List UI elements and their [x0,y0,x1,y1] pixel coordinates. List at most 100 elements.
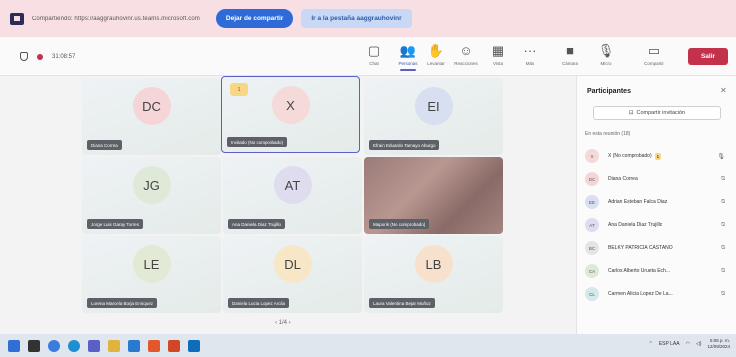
participant-name: Laura Valentina Bejar Muñoz [369,298,435,308]
mic-off-icon: ⍉ [721,244,725,251]
people-button[interactable]: 👥 Personas [394,43,422,66]
mic-off-icon: ⍉ [721,267,725,274]
reactions-icon: ☺ [459,43,473,58]
avatar: X [585,149,599,163]
participant-row[interactable]: EE Adrian Esteban Falca Diaz ⍉ [585,192,731,212]
meeting-status: 31:08:57 [20,52,75,61]
chrome-icon[interactable] [48,339,60,352]
volume-icon[interactable]: ◁) [696,341,702,347]
in-meeting-section[interactable]: En esta reunión (18) [585,131,630,137]
share-screen-icon: ▭ [647,43,661,58]
avatar: BC [585,241,599,255]
teams-icon[interactable] [88,339,100,352]
participant-tile[interactable]: EI Efrain Eduardo Tamayo Aburgo [364,78,503,155]
chevron-up-icon[interactable]: ⌃ [649,341,653,347]
avatar: LE [132,245,171,283]
reactions-button[interactable]: ☺ Reacciones [452,43,480,66]
sharing-text: Compartiendo: https://aaggrauhovinr.us.t… [32,15,200,22]
participant-name: Diana Correa [87,140,122,150]
shield-icon [20,52,28,61]
more-icon: ··· [523,43,537,58]
participant-row[interactable]: DC Diana Correa ⍉ [585,169,731,189]
camera-button[interactable]: ■ Cámara [556,43,584,66]
raise-hand-button[interactable]: ✋ Levantar [422,43,450,66]
participant-name: Ana Daniela Diaz Trujillo [608,222,663,228]
participant-tile[interactable]: DC Diana Correa [82,78,221,155]
avatar: DL [273,245,312,283]
participant-name: Carlos Alberto Urueta Ech... [608,268,670,274]
raised-hand-badge: 1 [230,83,248,96]
avatar: LB [414,245,453,283]
participant-row[interactable]: CL Carmen Alicia Lopez De La... ⍉ [585,284,731,304]
mic-icon: 🎙 [717,153,725,160]
avatar: DC [585,172,599,186]
participant-tile[interactable]: DL Daniela Lucia Lopez Arcila [223,236,362,313]
avatar: DC [132,87,171,125]
meeting-timer: 31:08:57 [52,53,76,60]
stop-sharing-button[interactable]: Dejar de compartir [215,9,294,28]
more-button[interactable]: ··· Más [516,43,544,66]
chat-icon: ▢ [367,43,381,58]
avatar: AT [273,166,312,204]
wifi-icon[interactable]: ◠ [686,341,690,347]
leave-button[interactable]: Salir [688,48,728,65]
avatar: JG [132,166,171,204]
share-invite-button[interactable]: ⊡ Compartir invitación [593,106,721,120]
participant-name: Adrian Esteban Falca Diaz [608,199,668,205]
camera-icon: ■ [566,43,574,58]
avatar: AT [585,218,599,232]
invite-icon: ⊡ [628,110,634,116]
chat-button[interactable]: ▢ Chat [360,43,388,66]
leave-label: Salir [700,53,716,60]
avatar: CL [585,287,599,301]
participant-tile[interactable]: LE Lorena Marcela Borja Enriquez [82,236,221,313]
language-indicator[interactable]: ESP LAA [659,341,680,347]
clock[interactable]: 5:06 p. m. 12/09/2024 [707,338,730,350]
mic-icon: 🎙 [597,43,615,58]
mic-off-icon: ⍉ [721,175,725,182]
windows-icon[interactable] [8,339,20,352]
search-icon[interactable] [28,339,40,352]
grid-pager[interactable]: ‹ 1/4 › [275,320,291,326]
close-icon[interactable]: ✕ [720,86,727,95]
edge-icon[interactable] [68,339,80,352]
brave-icon[interactable] [148,339,160,352]
participant-tile[interactable]: AT Ana Daniela Diaz Trujillo [223,157,362,234]
mic-button[interactable]: 🎙 Micro [592,43,620,66]
view-button[interactable]: ▦ Vista [484,43,512,66]
participant-name: X (No comprobado) [608,153,652,159]
participant-video-tile[interactable]: Maporik (No comprobado) [364,157,503,234]
view-icon: ▦ [491,43,505,58]
participants-panel: Participantes ✕ ⊡ Compartir invitación E… [576,76,736,334]
participant-name: Carmen Alicia Lopez De La... [608,291,673,297]
outlook-icon[interactable] [188,339,200,352]
participant-row[interactable]: X X (No comprobado) 1 🎙 [585,146,731,166]
participant-tile[interactable]: LB Laura Valentina Bejar Muñoz [364,236,503,313]
explorer-icon[interactable] [108,339,120,352]
recording-icon [37,53,43,60]
go-to-tab-button[interactable]: Ir a la pestaña aaggrauhovinr [301,9,412,28]
participant-tile[interactable]: JG Jorge Luis Garay Torres [82,157,221,234]
participant-row[interactable]: CA Carlos Alberto Urueta Ech... ⍉ [585,261,731,281]
mic-off-icon: ⍉ [721,290,725,297]
participant-name: Maporik (No comprobado) [369,219,430,229]
raised-hand-badge: 1 [654,152,662,160]
participant-name: BELKY PATRICIA CASTAÑO [608,245,673,251]
participant-name: Efrain Eduardo Tamayo Aburgo [369,140,440,150]
raise-hand-icon: ✋ [427,43,445,58]
video-grid: DC Diana Correa 1 X Invitado (No comprob… [0,76,576,334]
participant-name: Lorena Marcela Borja Enriquez [87,298,158,308]
participant-row[interactable]: BC BELKY PATRICIA CASTAÑO ⍉ [585,238,731,258]
panel-title: Participantes [587,88,631,95]
office-icon[interactable] [168,339,180,352]
avatar: CA [585,264,599,278]
avatar: X [271,86,310,124]
screen-share-icon [10,12,24,25]
mic-off-icon: ⍉ [721,198,725,205]
participant-row[interactable]: AT Ana Daniela Diaz Trujillo ⍉ [585,215,731,235]
store-icon[interactable] [128,339,140,352]
avatar: EE [585,195,599,209]
avatar: EI [414,87,453,125]
share-screen-button[interactable]: ▭ Compartir [640,43,668,66]
participant-tile[interactable]: 1 X Invitado (No comprobado) [221,76,360,153]
